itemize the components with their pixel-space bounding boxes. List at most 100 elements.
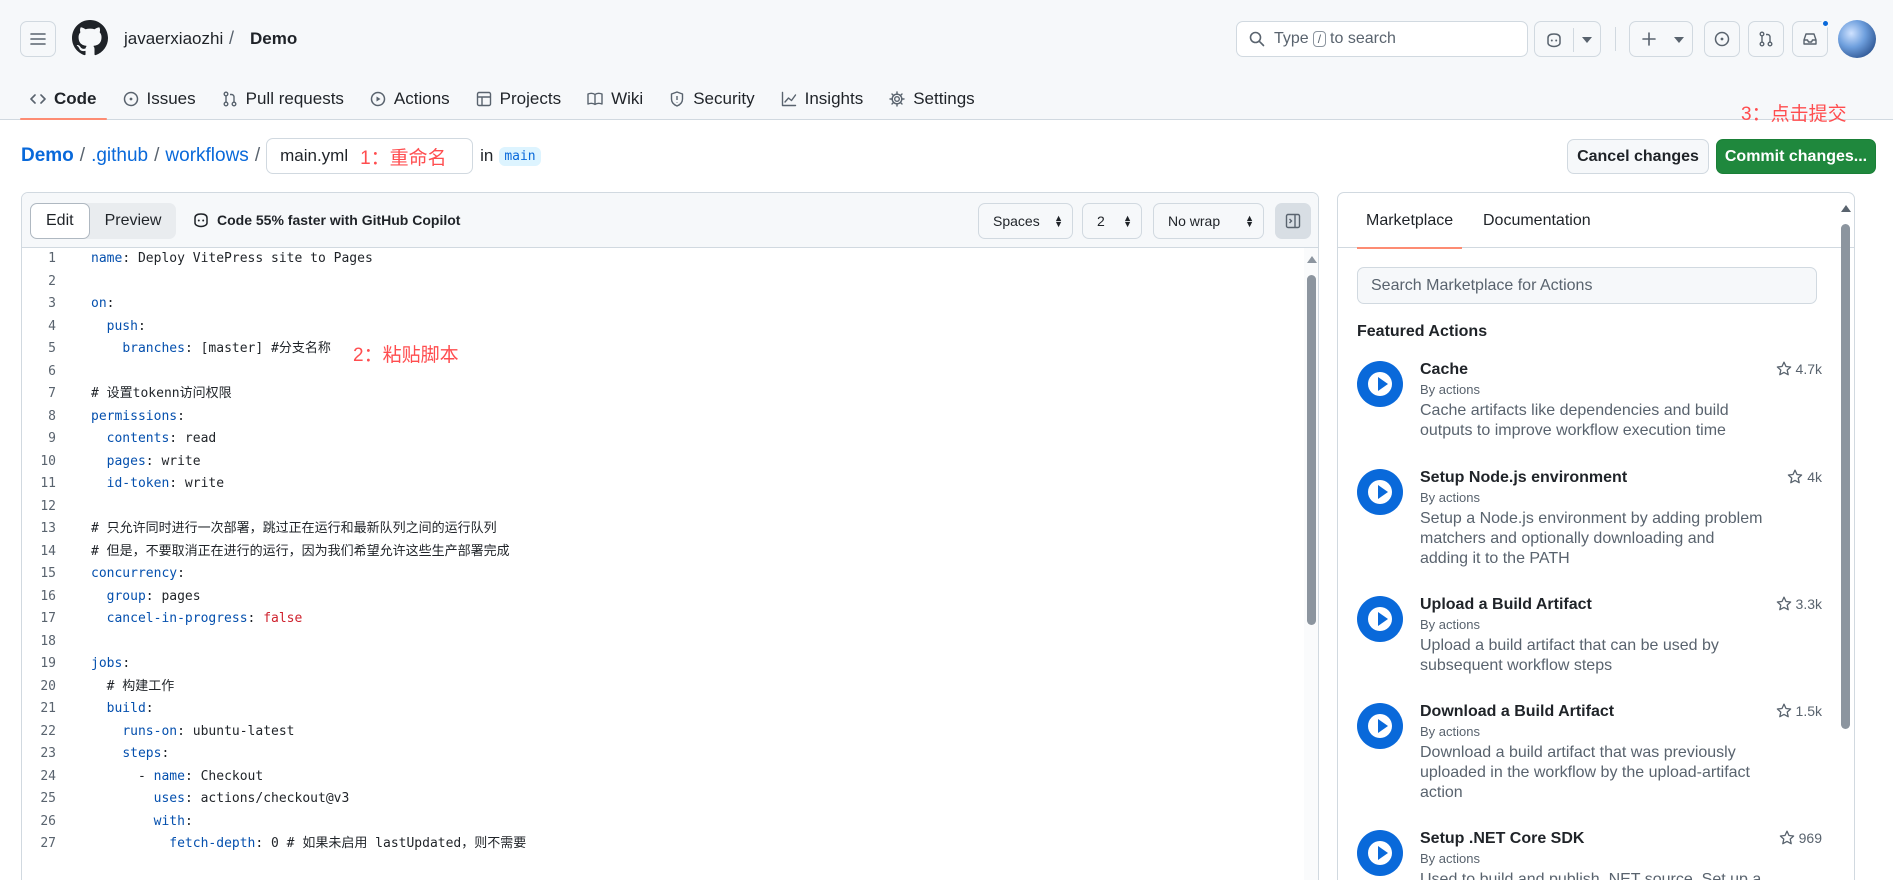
repo-link[interactable]: Demo [250,29,297,49]
code-line[interactable]: 2 [22,271,1304,294]
copilot-menu-button[interactable] [1534,21,1601,57]
code-line[interactable]: 21 build: [22,698,1304,721]
code-line[interactable]: 19 jobs: [22,653,1304,676]
code-line[interactable]: 26 with: [22,811,1304,834]
code-line[interactable]: 27 fetch-depth: 0 # 如果未启用 lastUpdated，则不… [22,833,1304,856]
line-number: 27 [40,836,56,851]
tab-projects[interactable]: Projects [466,78,571,120]
code-line[interactable]: 12 [22,496,1304,519]
code-line[interactable]: 18 [22,631,1304,654]
search-suffix-text: to search [1330,30,1396,47]
code-line[interactable]: 15 concurrency: [22,563,1304,586]
tab-insights[interactable]: Insights [771,78,874,120]
action-name[interactable]: Setup Node.js environment [1420,469,1627,487]
tab-pull-requests[interactable]: Pull requests [212,78,354,120]
code-line[interactable]: 8 permissions: [22,406,1304,429]
code-line[interactable]: 22 runs-on: ubuntu-latest [22,721,1304,744]
tab-preview[interactable]: Preview [90,203,177,239]
code-line[interactable]: 17 cancel-in-progress: false [22,608,1304,631]
copilot-button-divider [1573,28,1574,52]
inbox-button[interactable] [1792,19,1830,57]
yaml-key: concurrency [91,566,178,581]
owner-link[interactable]: javaerxiaozhi [124,29,223,49]
action-description: Upload a build artifact that can be used… [1420,637,1719,674]
code-line[interactable]: 24 - name: Checkout [22,766,1304,789]
unread-notification-dot [1821,19,1830,28]
code-area[interactable]: 1 name: Deploy VitePress site to Pages 2 3 o… [22,248,1304,880]
tab-documentation[interactable]: Documentation [1483,193,1591,248]
your-pull-requests-button[interactable] [1748,21,1784,57]
yaml-key: name [91,251,123,266]
yaml-key: uses [153,791,185,806]
toggle-sidebar-button[interactable] [1275,203,1311,239]
code-line[interactable]: 16 group: pages [22,586,1304,609]
star-icon [1776,596,1791,611]
code-line[interactable]: 4 push: [22,316,1304,339]
tab-wiki[interactable]: Wiki [577,78,653,120]
code-line[interactable]: 6 [22,361,1304,384]
code-line[interactable]: 14 # 但是，不要取消正在进行的运行，因为我们希望允许这些生产部署完成 [22,541,1304,564]
copilot-promo-link[interactable]: Code 55% faster with GitHub Copilot [192,212,460,228]
your-issues-button[interactable] [1704,21,1740,57]
code-token: : [145,701,154,716]
tab-settings[interactable]: Settings [879,78,984,120]
editor-scrollbar[interactable] [1304,248,1318,880]
file-path-breadcrumb: Demo / .github / workflows / main.yml 1：… [21,138,541,174]
editor-scrollbar-thumb[interactable] [1307,275,1316,625]
action-name[interactable]: Upload a Build Artifact [1420,596,1592,614]
annotation-paste: 2：粘贴脚本 [353,345,459,366]
tab-issues[interactable]: Issues [113,78,206,120]
code-line[interactable]: 3 on: [22,293,1304,316]
code-line[interactable]: 10 pages: write [22,451,1304,474]
shield-icon [671,91,684,107]
scroll-up-arrow-icon[interactable] [1841,205,1851,212]
code-line[interactable]: 13 # 只允许同时进行一次部署，跳过正在运行和最新队列之间的运行队列 [22,518,1304,541]
cancel-changes-button[interactable]: Cancel changes [1567,139,1709,174]
indent-mode-select[interactable]: Spaces ▲ ▼ [978,203,1073,239]
wrap-mode-select[interactable]: No wrap ▲ ▼ [1153,203,1264,239]
tab-marketplace[interactable]: Marketplace [1356,193,1463,249]
breadcrumb-dir-workflows[interactable]: workflows [165,145,248,167]
hamburger-menu-button[interactable] [20,21,56,57]
tab-code[interactable]: Code [20,78,107,120]
marketplace-search-input[interactable]: Search Marketplace for Actions [1357,267,1817,304]
commit-changes-button[interactable]: Commit changes... [1716,139,1876,174]
filename-input[interactable]: main.yml 1：重命名 [266,138,474,174]
code-line[interactable]: 11 id-token: write [22,473,1304,496]
line-number: 22 [40,723,56,739]
line-number: 26 [40,813,56,829]
code-line[interactable]: 7 # 设置tokenn访问权限 [22,383,1304,406]
header-divider [1615,27,1616,51]
tab-security[interactable]: Security [659,78,764,120]
tab-edit[interactable]: Edit [30,203,90,239]
action-name[interactable]: Cache [1420,361,1468,379]
code-token: : ubuntu-latest [177,723,295,739]
select-arrows-icon: ▲ ▼ [1123,213,1132,229]
breadcrumb-root-link[interactable]: Demo [21,145,74,167]
tab-actions[interactable]: Actions [360,78,460,120]
code-line[interactable]: 25 uses: actions/checkout@v3 [22,788,1304,811]
code-token: : [247,611,264,626]
marketplace-scrollbar[interactable] [1838,193,1854,880]
user-avatar[interactable] [1838,20,1876,58]
search-prefix-text: Type [1274,30,1309,47]
marketplace-scrollbar-thumb[interactable] [1841,224,1850,729]
yaml-key: steps [122,746,162,761]
scroll-up-arrow-icon[interactable] [1307,256,1317,263]
code-line[interactable]: 1 name: Deploy VitePress site to Pages [22,248,1304,271]
create-new-button[interactable] [1629,21,1693,57]
code-line[interactable]: 23 steps: [22,743,1304,766]
code-line[interactable]: 20 # 构建工作 [22,676,1304,699]
edit-preview-toggle: Edit Preview [30,203,177,239]
breadcrumb-dir-github[interactable]: .github [91,145,148,167]
yaml-key: pages [106,453,146,469]
global-search-input[interactable]: Type / to search [1236,21,1528,57]
star-icon [1779,830,1794,845]
action-name[interactable]: Setup .NET Core SDK [1420,830,1584,848]
indent-size-select[interactable]: 2 ▲ ▼ [1082,203,1142,239]
code-line[interactable]: 5 branches: [master] #分支名称 [22,338,1304,361]
action-name[interactable]: Download a Build Artifact [1420,703,1614,721]
github-logo-icon[interactable] [72,20,108,56]
code-line[interactable]: 9 contents: read [22,428,1304,451]
